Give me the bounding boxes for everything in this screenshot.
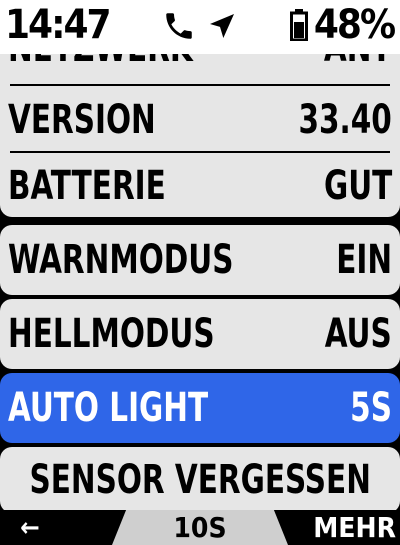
warn-mode-label: WARNMODUS [8,237,234,283]
bright-mode-value: AUS [324,311,392,357]
status-icons [162,8,238,44]
auto-light-label: AUTO LIGHT [8,385,209,431]
version-row: VERSION 33.40 [0,88,400,152]
more-button[interactable]: MEHR [313,510,396,545]
clock: 14:47 [5,2,112,48]
forget-sensor-button[interactable]: SENSOR VERGESSEN [0,447,400,513]
bright-mode-label: HELLMODUS [8,311,215,357]
battery-icon [289,9,308,41]
bottom-bar: ← 10S MEHR [0,510,400,545]
middle-tab[interactable]: 10S [112,510,288,545]
version-value: 33.40 [298,97,392,143]
network-row: NETZWERK ANT [0,54,400,80]
phone-icon [166,13,192,39]
navigation-arrow-icon [210,14,234,38]
battery-value: GUT [323,163,392,209]
battery-row: BATTERIE GUT [0,154,400,217]
version-label: VERSION [8,97,156,143]
forget-sensor-label: SENSOR VERGESSEN [29,457,371,503]
warn-mode-value: EIN [336,237,392,283]
divider [10,151,390,153]
battery-percent: 48% [313,2,396,48]
divider [10,84,390,86]
auto-light-row[interactable]: AUTO LIGHT 5S [0,373,400,443]
warn-mode-row[interactable]: WARNMODUS EIN [0,225,400,295]
network-value: ANT [324,54,392,71]
info-panel: NETZWERK ANT VERSION 33.40 BATTERIE GUT [0,54,400,217]
battery-label: BATTERIE [8,163,166,209]
status-bar: 14:47 48% [0,0,400,54]
network-label: NETZWERK [8,54,193,71]
battery-status: 48% [289,2,396,48]
bright-mode-row[interactable]: HELLMODUS AUS [0,299,400,369]
auto-light-value: 5S [350,385,392,431]
back-button[interactable]: ← [0,510,60,545]
